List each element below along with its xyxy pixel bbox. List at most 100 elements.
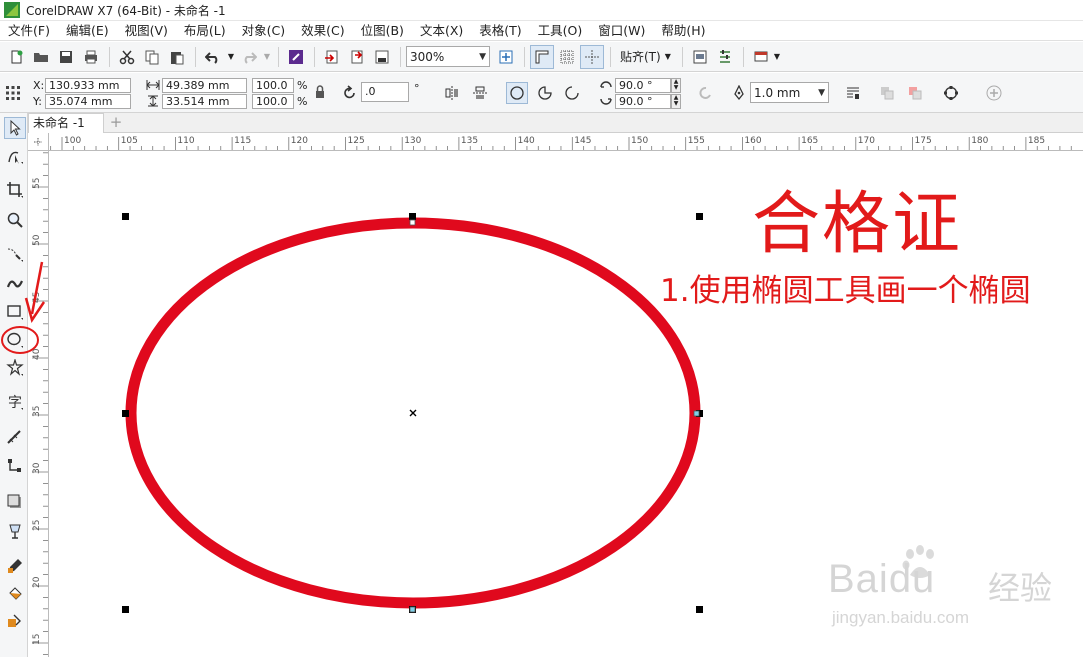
shape-tool[interactable] xyxy=(4,145,26,167)
selection-handle[interactable] xyxy=(696,606,703,613)
add-property-button[interactable] xyxy=(984,83,1004,103)
arc-mode-button[interactable] xyxy=(562,83,582,103)
menu-bitmaps[interactable]: 位图(B) xyxy=(353,21,412,41)
ruler-origin[interactable] xyxy=(28,133,49,151)
lock-ratio-button[interactable] xyxy=(312,84,328,100)
crop-tool[interactable] xyxy=(4,179,26,201)
add-tab-button[interactable]: + xyxy=(108,115,124,131)
x-position-field[interactable]: 130.933 mm xyxy=(45,78,131,93)
menu-layout[interactable]: 布局(L) xyxy=(176,21,234,41)
ruler-label: 160 xyxy=(744,136,761,146)
menu-object[interactable]: 对象(C) xyxy=(234,21,293,41)
connector-tool[interactable] xyxy=(4,455,26,477)
paste-button[interactable] xyxy=(165,45,189,69)
outline-width-combo[interactable]: 1.0 mm ▼ xyxy=(750,82,829,103)
menu-view[interactable]: 视图(V) xyxy=(117,21,176,41)
welcome-screen-button[interactable] xyxy=(688,45,712,69)
menu-effects[interactable]: 效果(C) xyxy=(293,21,352,41)
chevron-down-icon[interactable]: ▼ xyxy=(665,52,671,61)
menu-tools[interactable]: 工具(O) xyxy=(530,21,591,41)
rotation-angle-field[interactable]: .0 xyxy=(361,82,409,102)
menu-help[interactable]: 帮助(H) xyxy=(653,21,713,41)
text-tool[interactable]: 字 xyxy=(4,391,26,413)
dimension-tool[interactable] xyxy=(4,427,26,449)
height-field[interactable]: 33.514 mm xyxy=(162,94,247,109)
publish-pdf-button[interactable] xyxy=(370,45,394,69)
save-button[interactable] xyxy=(54,45,78,69)
zoom-level-combo[interactable]: 300% ▼ xyxy=(406,46,490,67)
options-button[interactable] xyxy=(713,45,737,69)
show-grid-button[interactable] xyxy=(555,45,579,69)
menu-file[interactable]: 文件(F) xyxy=(0,21,58,41)
start-angle-spinner[interactable]: ▲ ▼ xyxy=(671,78,681,93)
start-angle-field[interactable]: 90.0 ° xyxy=(615,78,671,93)
transparency-tool[interactable] xyxy=(4,521,26,543)
mirror-vertical-button[interactable] xyxy=(470,83,490,103)
cut-button[interactable] xyxy=(115,45,139,69)
show-guidelines-button[interactable] xyxy=(580,44,604,69)
end-angle-spinner[interactable]: ▲ ▼ xyxy=(671,94,681,109)
selection-handle[interactable] xyxy=(122,213,129,220)
menu-table[interactable]: 表格(T) xyxy=(471,21,529,41)
pick-tool[interactable] xyxy=(4,117,26,139)
smart-fill-tool[interactable] xyxy=(4,611,26,633)
new-document-button[interactable] xyxy=(4,45,28,69)
percent-label: % xyxy=(297,95,308,108)
undo-button[interactable] xyxy=(201,45,225,69)
selection-handle[interactable] xyxy=(122,606,129,613)
to-back-button[interactable] xyxy=(905,83,925,103)
snap-to-menu[interactable]: 贴齐(T) xyxy=(616,48,665,65)
show-rulers-button[interactable] xyxy=(530,44,554,69)
width-field[interactable]: 49.389 mm xyxy=(162,78,247,93)
ellipse-node[interactable] xyxy=(409,219,416,226)
print-button[interactable] xyxy=(79,45,103,69)
interactive-fill-tool[interactable] xyxy=(4,583,26,605)
copy-button[interactable] xyxy=(140,45,164,69)
application-launcher-button[interactable] xyxy=(749,45,773,69)
mirror-horizontal-button[interactable] xyxy=(442,83,462,103)
redo-button[interactable] xyxy=(237,45,261,69)
redo-dropdown[interactable]: ▼ xyxy=(262,45,272,69)
clipboard-icon xyxy=(171,51,184,64)
menu-edit[interactable]: 编辑(E) xyxy=(58,21,117,41)
color-eyedropper-tool[interactable] xyxy=(4,555,26,577)
document-tab[interactable]: 未命名 -1 xyxy=(28,113,104,133)
polygon-tool[interactable] xyxy=(4,357,26,379)
center-marker-icon[interactable] xyxy=(409,409,417,417)
selection-handle[interactable] xyxy=(696,213,703,220)
ellipse-node[interactable] xyxy=(409,606,416,613)
property-bar: X: Y: 130.933 mm 35.074 mm 49.389 mm 33.… xyxy=(0,73,1083,176)
scale-height-field[interactable]: 100.0 xyxy=(252,94,294,109)
vertical-ruler[interactable]: 55 50 45 40 35 30 25 20 15 xyxy=(28,151,49,657)
ellipse-node[interactable] xyxy=(693,410,700,417)
connector-icon xyxy=(8,459,21,472)
pie-mode-button[interactable] xyxy=(535,83,555,103)
horizontal-ruler[interactable]: 100 105 110 115 120 125 130 135 140 145 150 155 160 1… xyxy=(49,133,1083,151)
chevron-down-icon[interactable]: ▼ xyxy=(774,52,780,61)
zoom-fit-button[interactable] xyxy=(494,45,518,69)
export-button[interactable] xyxy=(345,45,369,69)
y-position-label: Y: xyxy=(33,95,42,108)
open-button[interactable] xyxy=(29,45,53,69)
menu-text[interactable]: 文本(X) xyxy=(412,21,471,41)
ellipse-mode-button[interactable] xyxy=(506,82,528,104)
coreldraw-logo-icon xyxy=(4,2,20,18)
y-position-field[interactable]: 35.074 mm xyxy=(45,94,131,109)
object-origin-button[interactable] xyxy=(3,83,23,103)
to-front-button[interactable] xyxy=(877,83,897,103)
welcome-screen-icon xyxy=(693,50,707,63)
import-button[interactable] xyxy=(320,45,344,69)
zoom-tool[interactable] xyxy=(4,209,26,231)
wrap-text-button[interactable] xyxy=(843,83,863,103)
app-launcher-icon xyxy=(754,51,768,61)
scale-width-field[interactable]: 100.0 xyxy=(252,78,294,93)
end-angle-field[interactable]: 90.0 ° xyxy=(615,94,671,109)
menu-window[interactable]: 窗口(W) xyxy=(590,21,653,41)
convert-to-curves-button[interactable] xyxy=(941,83,961,103)
selection-handle[interactable] xyxy=(122,410,129,417)
search-content-button[interactable] xyxy=(284,45,308,69)
change-direction-button[interactable] xyxy=(696,83,716,103)
selection-handle[interactable] xyxy=(409,213,416,220)
undo-dropdown[interactable]: ▼ xyxy=(226,45,236,69)
drop-shadow-tool[interactable] xyxy=(4,491,26,513)
